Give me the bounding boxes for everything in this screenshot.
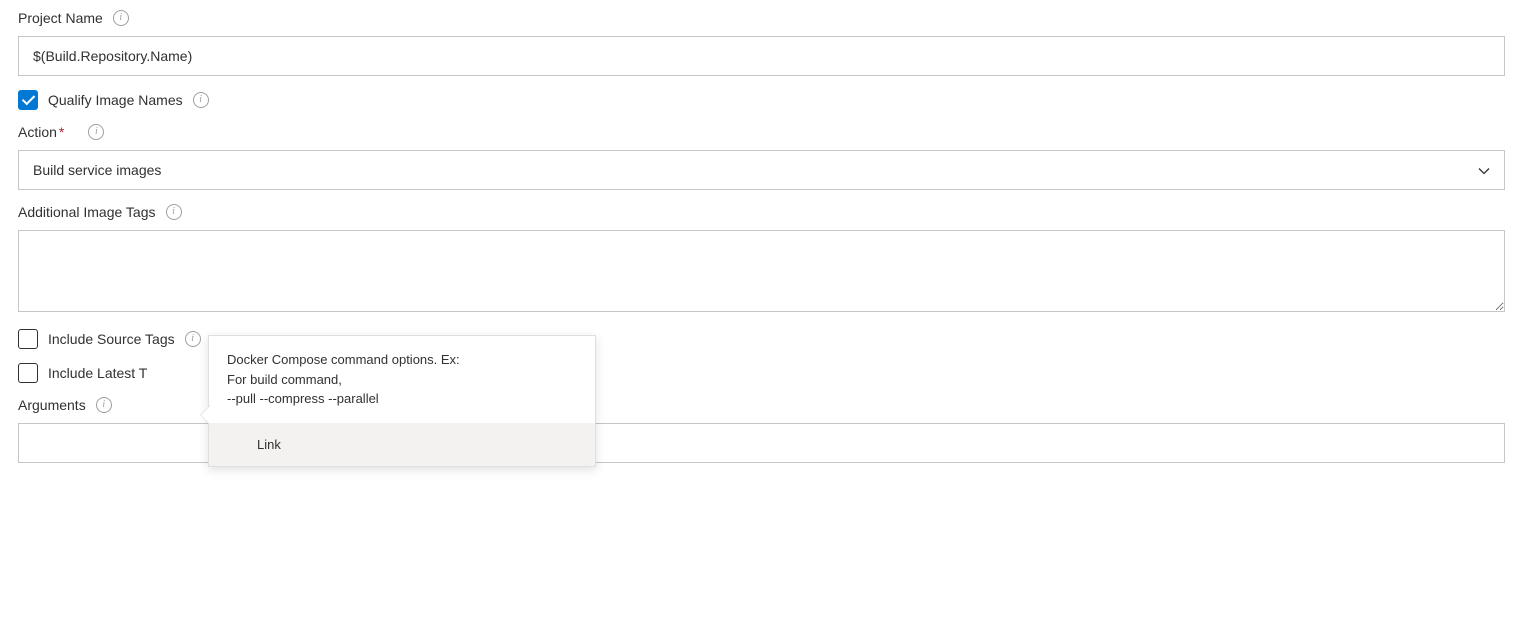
tooltip-link[interactable]: Link (209, 423, 595, 466)
action-label-row: Action* i (18, 124, 1505, 140)
project-name-label-row: Project Name i (18, 10, 1505, 26)
info-icon[interactable]: i (166, 204, 182, 220)
info-icon[interactable]: i (96, 397, 112, 413)
action-selected-value: Build service images (33, 162, 161, 178)
qualify-image-names-checkbox[interactable] (18, 90, 38, 110)
arguments-label: Arguments (18, 397, 86, 413)
include-source-tags-checkbox[interactable] (18, 329, 38, 349)
qualify-image-names-label: Qualify Image Names (48, 92, 183, 108)
tooltip-arrow-icon (201, 406, 210, 424)
action-group: Action* i Build service images (18, 124, 1505, 190)
tooltip-line: Docker Compose command options. Ex: (227, 350, 577, 370)
action-select-wrap: Build service images (18, 150, 1505, 190)
additional-image-tags-input[interactable] (18, 230, 1505, 312)
include-latest-tag-checkbox[interactable] (18, 363, 38, 383)
tooltip-body: Docker Compose command options. Ex: For … (209, 336, 595, 423)
include-latest-tag-label: Include Latest T (48, 365, 147, 381)
project-name-group: Project Name i (18, 10, 1505, 76)
project-name-label: Project Name (18, 10, 103, 26)
arguments-group: Arguments i Docker Compose command optio… (18, 397, 1505, 463)
additional-image-tags-group: Additional Image Tags i (18, 204, 1505, 315)
info-icon[interactable]: i (88, 124, 104, 140)
chevron-down-icon (1478, 164, 1490, 176)
info-icon[interactable]: i (193, 92, 209, 108)
tooltip-line: --pull --compress --parallel (227, 389, 577, 409)
required-marker: * (59, 124, 64, 140)
project-name-input[interactable] (18, 36, 1505, 76)
arguments-tooltip: Docker Compose command options. Ex: For … (208, 335, 596, 467)
action-select[interactable]: Build service images (18, 150, 1505, 190)
action-label-wrap: Action* (18, 124, 64, 140)
additional-image-tags-label: Additional Image Tags (18, 204, 156, 220)
qualify-image-names-row: Qualify Image Names i (18, 90, 1505, 110)
action-label: Action (18, 124, 57, 140)
include-source-tags-label: Include Source Tags (48, 331, 175, 347)
info-icon[interactable]: i (185, 331, 201, 347)
info-icon[interactable]: i (113, 10, 129, 26)
additional-image-tags-label-row: Additional Image Tags i (18, 204, 1505, 220)
tooltip-line: For build command, (227, 370, 577, 390)
